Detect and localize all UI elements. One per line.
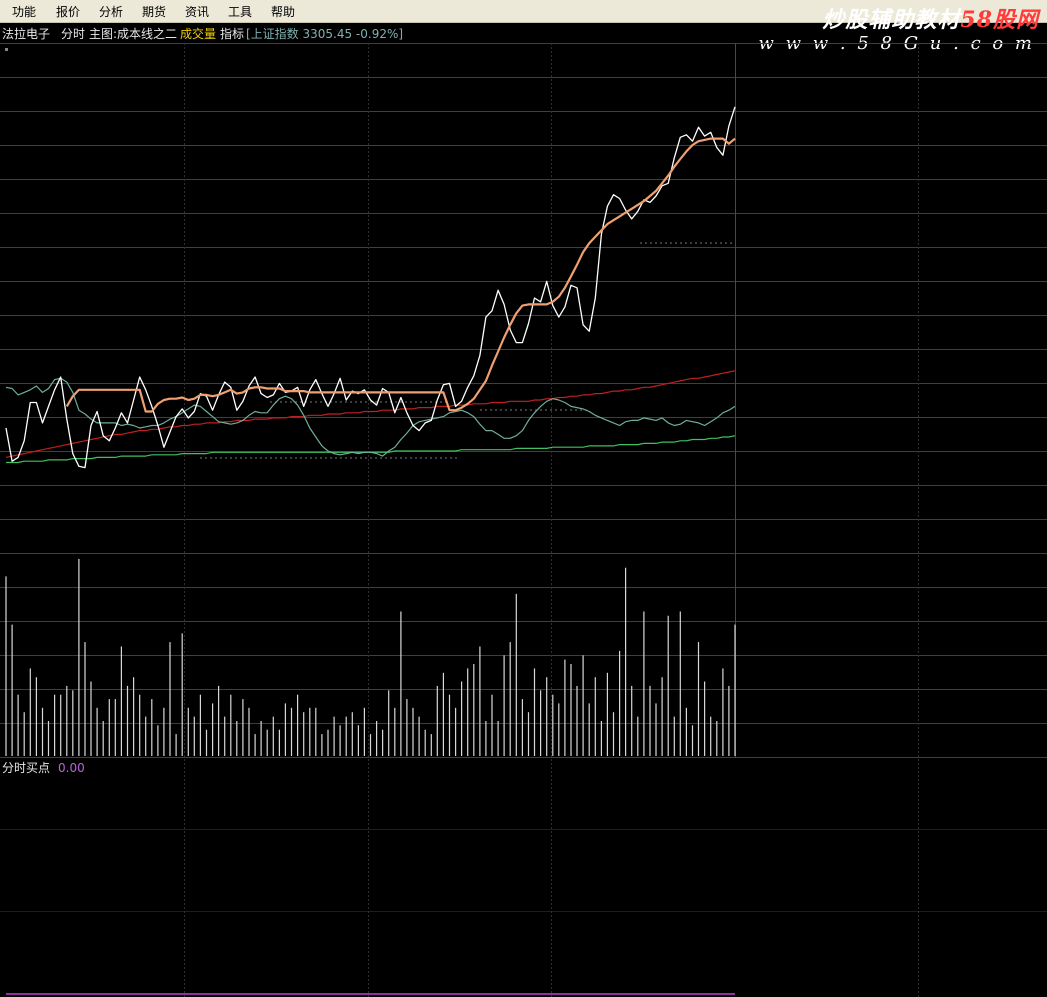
- cursor-dot: [5, 48, 8, 51]
- intraday-chart: [0, 43, 1047, 997]
- price-line: [5, 106, 736, 469]
